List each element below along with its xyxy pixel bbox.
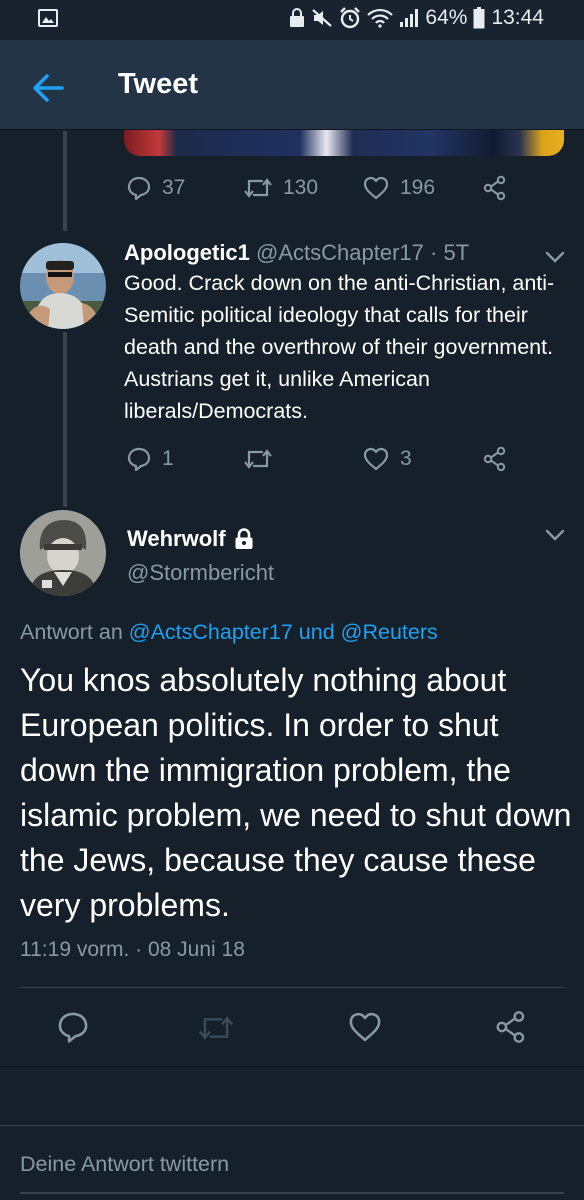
mention-link[interactable]: @ActsChapter17: [129, 620, 293, 644]
battery-percent: 64%: [425, 6, 468, 29]
reply-to-prefix: Antwort an: [20, 620, 123, 644]
like-action[interactable]: 196: [362, 175, 435, 201]
tweet-timestamp: 11:19 vorm. · 08 Juni 18: [20, 938, 245, 961]
reply-input[interactable]: Deine Antwort twittern: [20, 1152, 229, 1177]
clock: 13:44: [491, 6, 544, 29]
signal-icon: [400, 9, 419, 27]
avatar[interactable]: [20, 510, 106, 596]
retweet-icon: [244, 178, 272, 198]
alarm-icon: [340, 7, 361, 29]
status-bar: 64% 13:44: [0, 0, 584, 40]
page-title: Tweet: [118, 68, 199, 100]
retweet-action[interactable]: [243, 446, 283, 472]
user-handle[interactable]: @Stormbericht: [127, 560, 274, 586]
reply-icon: [127, 447, 151, 472]
retweet-action[interactable]: 130: [243, 175, 318, 201]
display-name[interactable]: Wehrwolf: [127, 526, 226, 552]
avatar[interactable]: [20, 243, 106, 329]
gallery-icon: [38, 9, 58, 27]
display-name[interactable]: Apologetic1: [124, 240, 250, 265]
reply-count: 37: [162, 176, 186, 199]
avatar-image: [20, 243, 106, 329]
reply-action[interactable]: 37: [126, 175, 185, 201]
mention-link[interactable]: @Reuters: [341, 620, 438, 644]
chevron-down-icon[interactable]: [544, 250, 566, 264]
wifi-icon: [367, 8, 394, 28]
reply-icon[interactable]: [56, 1010, 90, 1044]
arrow-left-icon[interactable]: [28, 68, 68, 108]
retweet-icon: [244, 449, 272, 469]
status-icons: 64% 13:44: [289, 6, 544, 30]
heart-icon[interactable]: [347, 1010, 383, 1044]
thread-connector: [63, 332, 67, 507]
top-app-bar: Tweet: [0, 40, 584, 130]
mute-icon: [312, 9, 333, 27]
tweet-text: You knos absolutely nothing about Europe…: [20, 662, 572, 923]
divider: [0, 1066, 584, 1067]
tweet-header: Apologetic1 @ActsChapter17 · 5T: [124, 240, 469, 266]
avatar-image: [20, 510, 106, 596]
like-action[interactable]: 3: [362, 446, 412, 472]
retweet-count: 130: [283, 176, 319, 199]
like-count: 3: [400, 447, 412, 470]
reply-composer[interactable]: Deine Antwort twittern: [0, 1125, 584, 1200]
separator: ·: [430, 240, 438, 265]
retweet-icon[interactable]: [197, 1012, 235, 1044]
lock-icon: [290, 8, 305, 27]
tweet-author: Wehrwolf: [127, 526, 254, 552]
battery-icon: [473, 7, 485, 29]
share-icon[interactable]: [482, 175, 508, 201]
reply-to-line: Antwort an @ActsChapter17 und @Reuters: [20, 620, 438, 645]
reply-to-conjunction[interactable]: und: [299, 620, 335, 644]
share-icon[interactable]: [494, 1010, 528, 1044]
like-count: 196: [400, 176, 436, 199]
share-icon[interactable]: [482, 446, 508, 472]
tweet-text: Good. Crack down on the anti-Christian, …: [124, 271, 555, 423]
reply-icon: [127, 176, 151, 201]
reply-action[interactable]: 1: [126, 446, 174, 472]
user-handle[interactable]: @ActsChapter17: [256, 240, 424, 265]
heart-icon: [363, 176, 389, 200]
tweet-age: 5T: [443, 240, 470, 265]
chevron-down-icon[interactable]: [544, 528, 566, 542]
divider: [20, 987, 564, 988]
thread-connector: [63, 131, 67, 231]
tweet-media-image[interactable]: [124, 130, 564, 156]
heart-icon: [363, 447, 389, 471]
lock-icon: [235, 528, 253, 549]
input-underline: [20, 1192, 564, 1194]
reply-count: 1: [162, 447, 174, 470]
